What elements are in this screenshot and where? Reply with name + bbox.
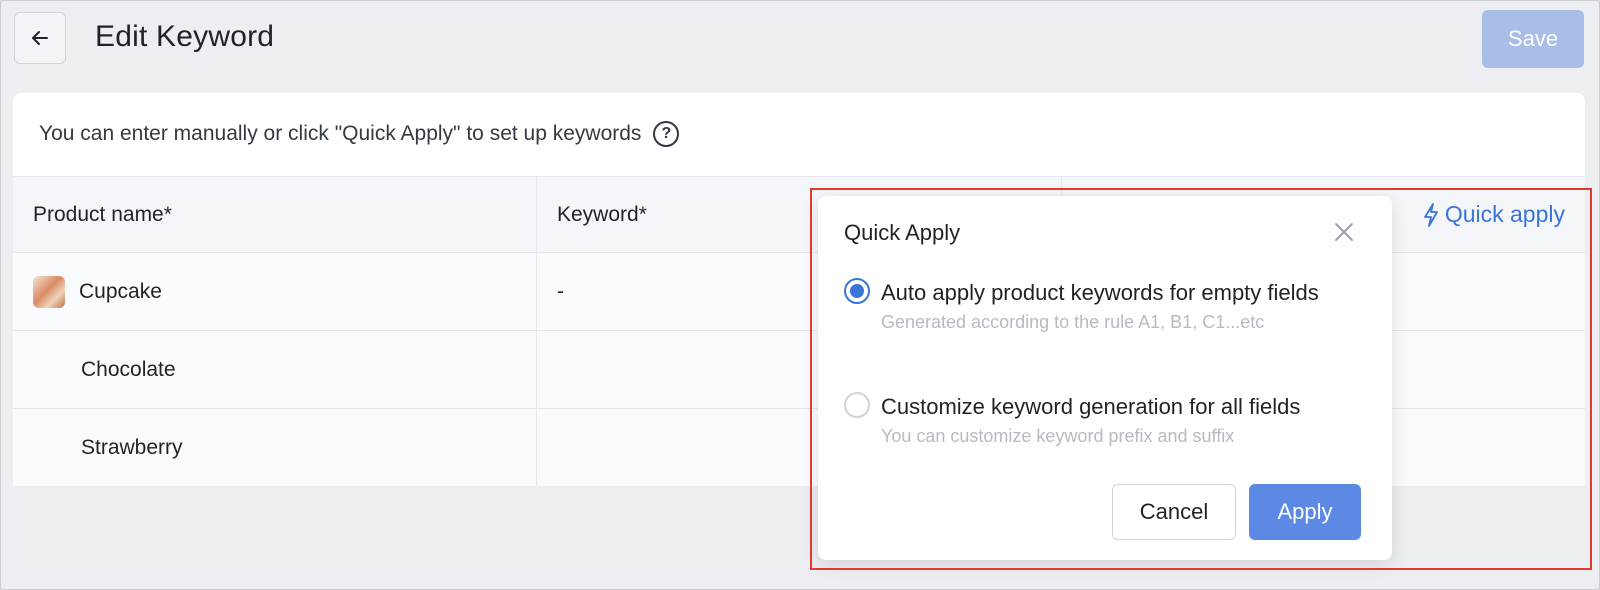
option-text: Auto apply product keywords for empty fi… [881, 276, 1331, 333]
quick-apply-link[interactable]: Quick apply [1421, 201, 1565, 228]
option-auto-apply[interactable]: Auto apply product keywords for empty fi… [844, 276, 1331, 333]
apply-button[interactable]: Apply [1249, 484, 1361, 540]
product-name-cell: Strawberry [13, 409, 537, 486]
product-name-cell: Cupcake [13, 253, 537, 330]
product-name: Cupcake [79, 279, 162, 303]
cancel-button[interactable]: Cancel [1112, 484, 1236, 540]
back-arrow-icon [32, 31, 48, 45]
quick-apply-label: Quick apply [1444, 201, 1565, 227]
product-thumbnail [33, 275, 65, 308]
option-text: Customize keyword generation for all fie… [881, 390, 1331, 447]
radio-customize[interactable] [844, 392, 870, 418]
save-button[interactable]: Save [1482, 10, 1584, 68]
close-button[interactable] [1330, 218, 1358, 246]
hint-row: You can enter manually or click "Quick A… [39, 121, 680, 147]
product-name: Chocolate [81, 357, 176, 381]
option-description: You can customize keyword prefix and suf… [881, 426, 1235, 446]
back-button[interactable] [14, 12, 66, 64]
column-header-product-name: Product name* [13, 177, 537, 252]
lightning-icon [1423, 202, 1438, 227]
product-name-cell: Chocolate [13, 331, 537, 408]
option-customize[interactable]: Customize keyword generation for all fie… [844, 390, 1331, 447]
option-label: Customize keyword generation for all fie… [881, 394, 1301, 419]
option-label: Auto apply product keywords for empty fi… [881, 280, 1319, 305]
close-icon [1335, 223, 1353, 241]
quick-apply-popover: Quick Apply Auto apply product keywords … [818, 196, 1392, 560]
help-circle-icon[interactable]: ? [653, 121, 680, 147]
radio-auto-apply[interactable] [844, 278, 870, 304]
hint-text: You can enter manually or click "Quick A… [39, 122, 642, 145]
option-description: Generated according to the rule A1, B1, … [881, 312, 1265, 332]
popover-title: Quick Apply [844, 220, 961, 245]
radio-dot [850, 284, 864, 298]
product-name: Strawberry [81, 435, 183, 459]
page-title: Edit Keyword [95, 20, 275, 53]
